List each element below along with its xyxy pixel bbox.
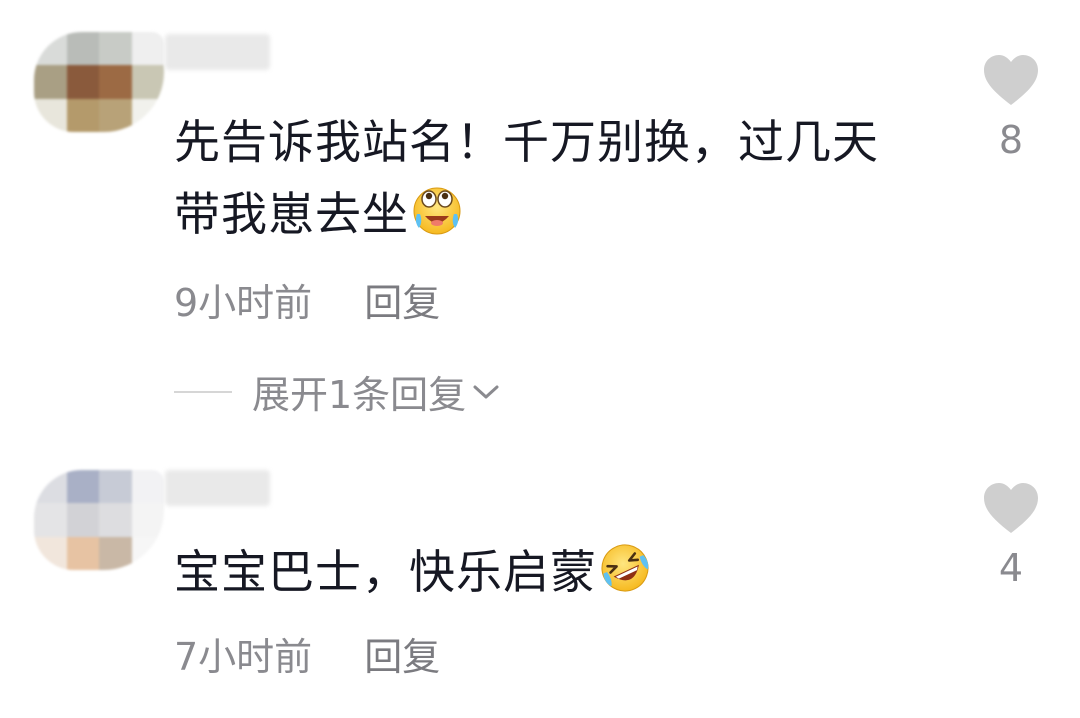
like-button[interactable]: 8 [976, 54, 1046, 162]
like-count: 4 [998, 546, 1024, 590]
chevron-down-icon [473, 385, 499, 398]
rolling-laughing-emoji [601, 544, 649, 592]
username[interactable] [165, 34, 270, 70]
reply-button[interactable]: 回复 [364, 626, 440, 681]
comment-text-content: 先告诉我站名！千万别换，过几天带我崽去坐 [174, 115, 879, 241]
comment-text-content: 宝宝巴士，快乐启蒙 [174, 545, 597, 599]
comment-text: 宝宝巴士，快乐启蒙 [174, 536, 914, 608]
username[interactable] [165, 470, 270, 506]
avatar[interactable] [34, 32, 164, 132]
reply-button[interactable]: 回复 [364, 272, 440, 327]
heart-icon [984, 483, 1038, 533]
heart-icon [984, 55, 1038, 105]
timestamp: 7小时前 [174, 635, 313, 679]
comment-item: 宝宝巴士，快乐启蒙 7小时前 回复 4 [0, 440, 1080, 718]
expand-replies-button[interactable]: 展开1条回复 [174, 364, 500, 419]
comment-meta: 9小时前 回复 [174, 272, 440, 327]
avatar[interactable] [34, 470, 164, 570]
timestamp: 9小时前 [174, 281, 313, 325]
comment-meta: 7小时前 回复 [174, 626, 440, 681]
comment-text: 先告诉我站名！千万别换，过几天带我崽去坐 [174, 106, 914, 250]
like-count: 8 [998, 118, 1024, 162]
divider-line [174, 390, 232, 393]
tears-of-joy-looking-up-emoji [413, 187, 461, 235]
expand-replies-label: 展开1条回复 [252, 373, 467, 417]
like-button[interactable]: 4 [976, 482, 1046, 590]
comment-item: 先告诉我站名！千万别换，过几天带我崽去坐 9小时前 回复 展开1条回复 8 [0, 0, 1080, 440]
